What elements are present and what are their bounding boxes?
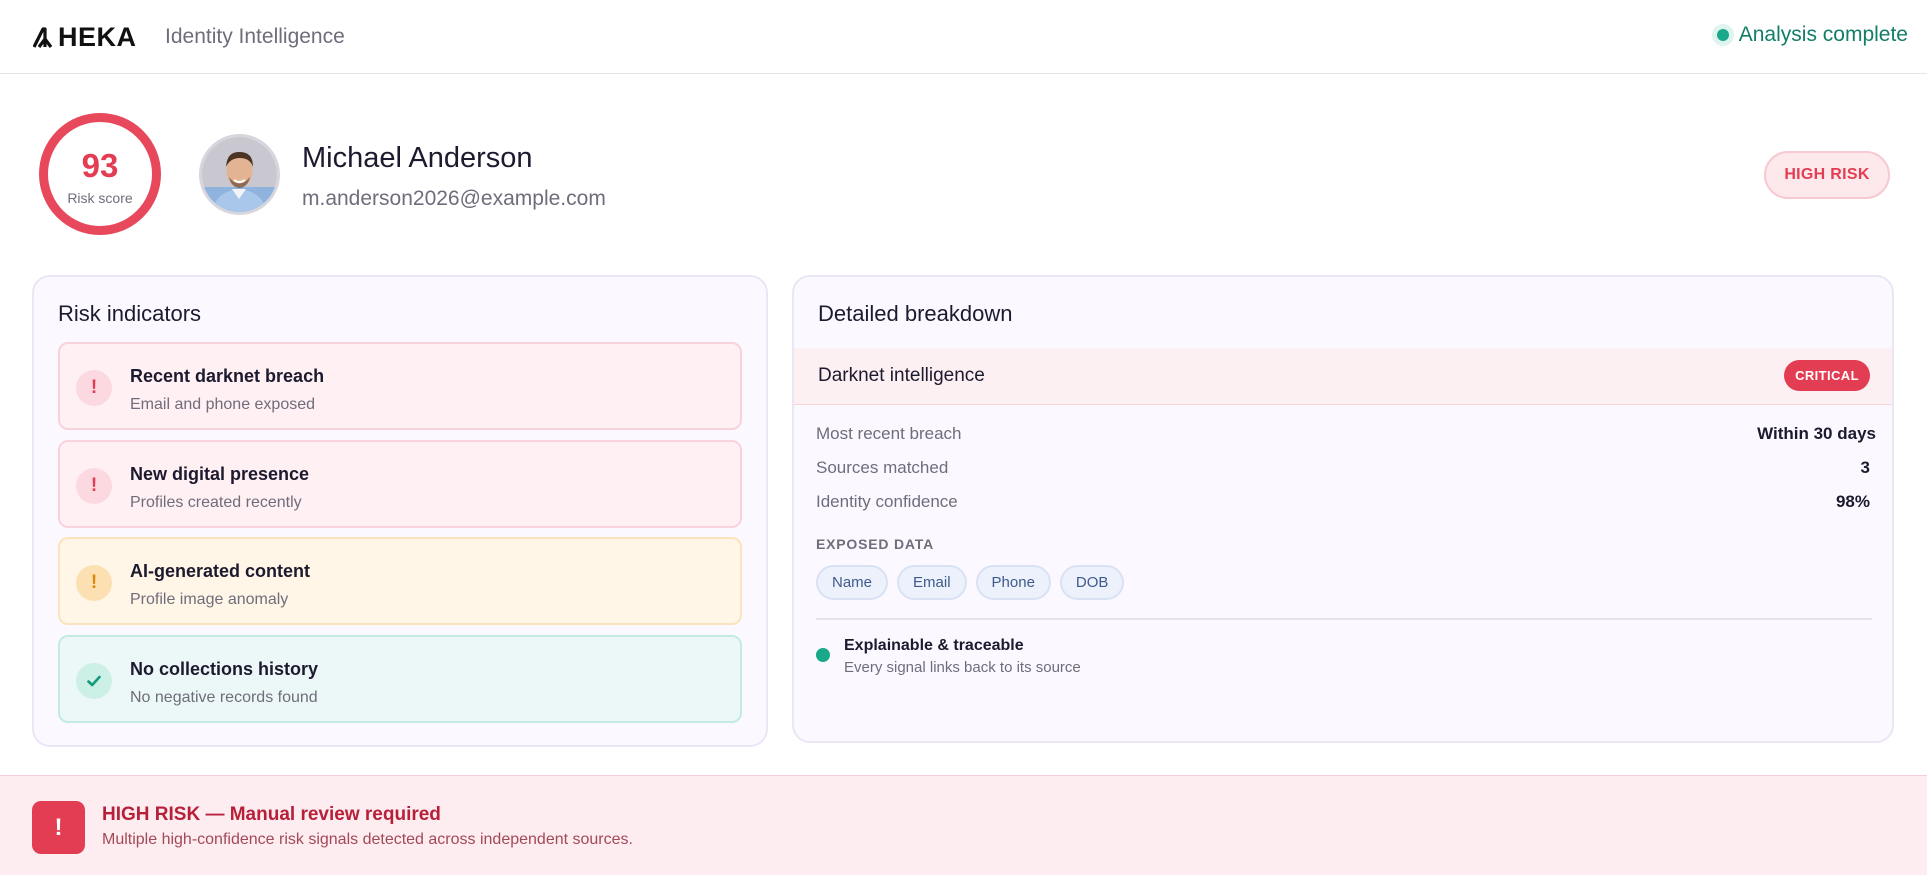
detail-value: Within 30 days xyxy=(1757,424,1876,443)
app-subtitle: Identity Intelligence xyxy=(165,25,345,48)
detailed-breakdown-panel: Detailed breakdown Darknet intelligence … xyxy=(792,275,1894,743)
brand-logo[interactable]: HEKA xyxy=(33,22,137,52)
detail-value: 98% xyxy=(1835,492,1870,511)
alert-subtitle: Multiple high-confidence risk signals de… xyxy=(102,831,633,848)
detail-value: 3 xyxy=(1860,458,1870,477)
risk-indicator-item[interactable]: ! Recent darknet breach Email and phone … xyxy=(58,342,742,430)
profile-email: m.anderson2026@example.com xyxy=(302,187,606,210)
status-text: Analysis complete xyxy=(1738,23,1908,46)
manual-review-alert: ! HIGH RISK — Manual review required Mul… xyxy=(0,775,1927,875)
indicator-title: Recent darknet breach xyxy=(130,366,325,386)
risk-indicator-item[interactable]: ! New digital presence Profiles created … xyxy=(58,440,742,528)
exclamation-icon: ! xyxy=(76,468,112,504)
risk-indicator-item[interactable]: No collections history No negative recor… xyxy=(58,635,742,723)
trace-title: Explainable & traceable xyxy=(844,637,1024,654)
risk-score-gauge: 93 Risk score xyxy=(39,113,161,235)
avatar xyxy=(199,134,280,215)
detail-label: Identity confidence xyxy=(816,492,958,511)
risk-level-badge: HIGH RISK xyxy=(1764,151,1890,199)
risk-indicator-item[interactable]: ! AI-generated content Profile image ano… xyxy=(58,537,742,625)
exposed-tag[interactable]: Email xyxy=(897,565,967,600)
brand-mark-icon xyxy=(33,27,53,48)
exposed-data-tags: Name Email Phone DOB xyxy=(816,565,1125,600)
profile-name: Michael Anderson xyxy=(302,142,533,174)
indicator-title: New digital presence xyxy=(130,464,310,484)
indicator-subtitle: Profile image anomaly xyxy=(130,591,289,608)
exclamation-icon: ! xyxy=(76,565,112,601)
detail-row: Most recent breach Within 30 days xyxy=(816,424,1876,448)
indicator-title: No collections history xyxy=(130,659,319,679)
detail-label: Sources matched xyxy=(816,458,949,477)
risk-score-label: Risk score xyxy=(67,190,133,206)
risk-indicators-title: Risk indicators xyxy=(58,301,202,326)
critical-badge: CRITICAL xyxy=(1784,360,1870,391)
exposed-tag[interactable]: Name xyxy=(816,565,889,600)
detail-row: Identity confidence 98% xyxy=(816,492,1876,516)
detail-row: Sources matched 3 xyxy=(816,458,1876,482)
app-header: HEKA Identity Intelligence Analysis comp… xyxy=(0,0,1927,74)
divider xyxy=(816,618,1872,620)
alert-title: HIGH RISK — Manual review required xyxy=(102,804,441,825)
indicator-subtitle: Email and phone exposed xyxy=(130,396,316,413)
indicator-subtitle: No negative records found xyxy=(130,689,318,706)
user-photo-icon xyxy=(202,137,277,212)
detailed-breakdown-title: Detailed breakdown xyxy=(818,301,1013,326)
risk-indicators-panel: Risk indicators ! Recent darknet breach … xyxy=(32,275,768,747)
trace-status-dot-icon xyxy=(816,648,830,662)
status-dot-icon xyxy=(1716,29,1729,41)
indicator-subtitle: Profiles created recently xyxy=(130,494,302,511)
check-icon xyxy=(76,663,112,699)
exclamation-icon: ! xyxy=(32,801,85,854)
detail-label: Most recent breach xyxy=(816,424,962,443)
exposed-tag[interactable]: DOB xyxy=(1059,565,1125,600)
exclamation-icon: ! xyxy=(76,370,112,406)
exposed-data-label: EXPOSED DATA xyxy=(816,536,934,552)
trace-subtitle: Every signal links back to its source xyxy=(844,659,1081,676)
indicator-title: AI-generated content xyxy=(130,561,311,581)
risk-score-value: 93 xyxy=(81,147,119,184)
darknet-intelligence-section[interactable]: Darknet intelligence CRITICAL xyxy=(794,348,1892,405)
brand-name: HEKA xyxy=(58,22,137,52)
exposed-tag[interactable]: Phone xyxy=(975,565,1051,600)
section-name: Darknet intelligence xyxy=(818,365,985,386)
analysis-status: Analysis complete xyxy=(1716,23,1908,47)
